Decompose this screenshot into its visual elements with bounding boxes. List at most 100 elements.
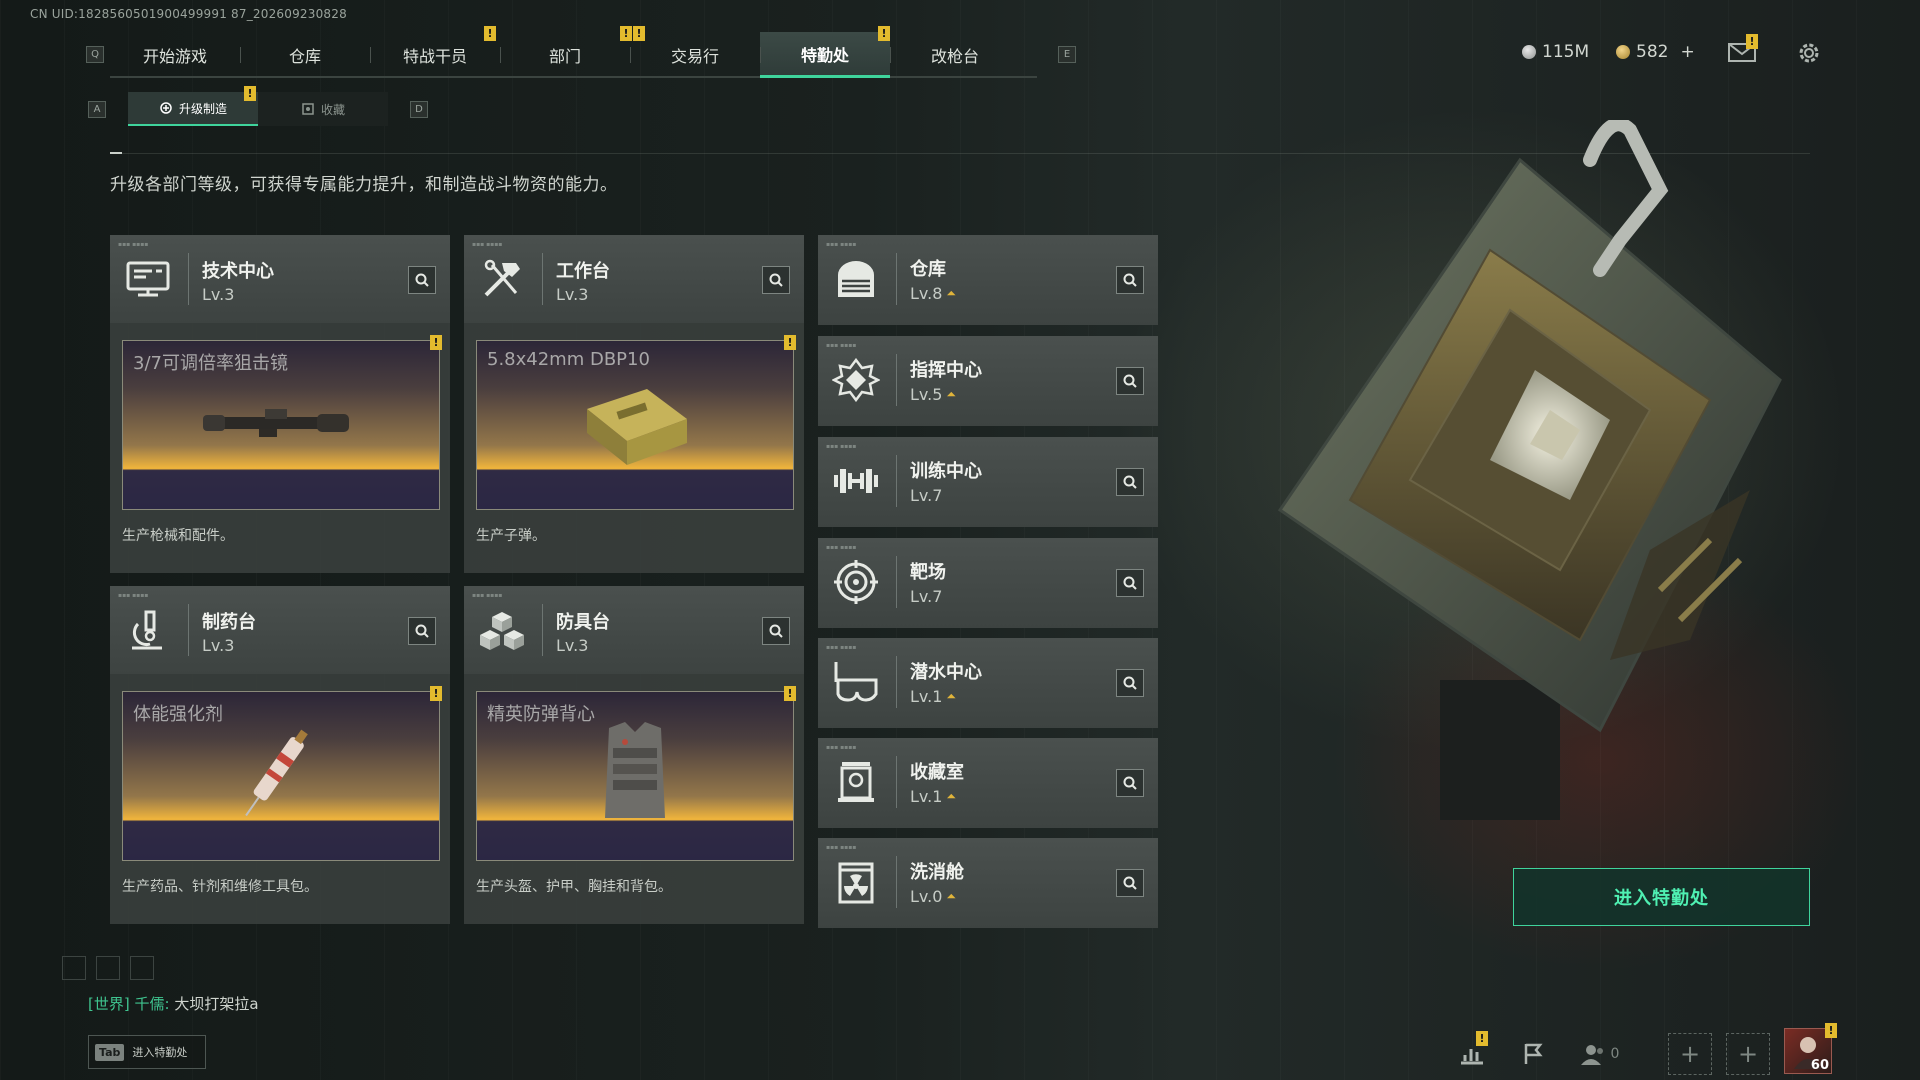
warehouse-icon (832, 257, 880, 301)
product-preview[interactable]: 3/7可调倍率狙击镜 (122, 340, 440, 510)
avatar[interactable]: 60 ! (1784, 1023, 1837, 1074)
search-button[interactable] (1116, 266, 1144, 294)
card-separator (896, 856, 897, 908)
search-icon (1123, 374, 1137, 388)
tab-hint-enter-special-ops[interactable]: Tab 进入特勤处 (88, 1035, 206, 1069)
search-button[interactable] (762, 617, 790, 645)
card-tag: ▪▪▪ ▪▪▪▪ (826, 544, 857, 551)
top-nav: 开始游戏 仓库 特战干员 ! 部门 交易行 ! 特勤处 ! 改枪台 (110, 26, 1037, 78)
card-tag: ▪▪▪ ▪▪▪▪ (826, 342, 857, 349)
card-tag: ▪▪▪ ▪▪▪▪ (472, 592, 503, 599)
search-button[interactable] (1116, 869, 1144, 897)
tab-operators[interactable]: 特战干员 ! (370, 26, 500, 78)
search-button[interactable] (408, 617, 436, 645)
dept-level-value: Lv.5 (910, 385, 943, 404)
tab-start-game[interactable]: 开始游戏 (110, 32, 240, 78)
dept-name: 防具台 (556, 612, 610, 633)
world-chat-line[interactable]: [世界] 千儒: 大坝打架拉a (88, 993, 259, 1014)
ammo-box-image (587, 389, 687, 465)
card-tag: ▪▪▪ ▪▪▪▪ (826, 443, 857, 450)
cubes-icon (478, 608, 526, 652)
search-button[interactable] (408, 266, 436, 294)
subtab-upgrade-label: 升级制造 (178, 101, 227, 116)
dept-level-value: Lv.1 (910, 787, 943, 806)
friends-count: 0 (1610, 1046, 1620, 1062)
gear-icon[interactable] (1796, 40, 1822, 66)
card-separator (542, 604, 543, 656)
search-icon (1123, 876, 1137, 890)
dept-row-diving-center[interactable]: ▪▪▪ ▪▪▪▪ 潜水中心 Lv.1 ⏶ (818, 638, 1158, 728)
upgrade-available-icon: ⏶ (946, 286, 957, 300)
subtab-upgrade[interactable]: 升级制造 ! (128, 86, 258, 126)
alert-badge: ! (1825, 1023, 1837, 1038)
avatar-level: 60 (1810, 1058, 1829, 1073)
search-button[interactable] (1116, 769, 1144, 797)
alert-badge: ! (484, 26, 496, 41)
enter-special-ops-button[interactable]: 进入特勤处 (1513, 868, 1810, 926)
tab-label: 交易行 (670, 47, 719, 66)
product-preview[interactable]: 体能强化剂 (122, 691, 440, 861)
tab-warehouse[interactable]: 仓库 (240, 32, 370, 78)
tab-trading[interactable]: 交易行 ! (620, 26, 760, 78)
mail-icon[interactable]: ! (1728, 34, 1758, 62)
dept-level: Lv.3 (556, 636, 589, 655)
product-preview[interactable]: 5.8x42mm DBP10 (476, 340, 794, 510)
gold-coin-icon (1616, 45, 1630, 59)
tab-department[interactable]: 部门 (500, 32, 630, 78)
upgrade-available-icon: ⏶ (946, 387, 957, 401)
dept-card-pharmacy[interactable]: ▪▪▪ ▪▪▪▪ 制药台 Lv.3 体能强化剂 ! 生产药品、针剂和维修工具包。 (110, 586, 450, 924)
upgrade-available-icon: ⏶ (946, 889, 957, 903)
flag-icon[interactable] (1512, 1033, 1556, 1075)
alert-badge: ! (1746, 34, 1758, 49)
radiation-icon (832, 860, 880, 904)
dept-row-shooting-range[interactable]: ▪▪▪ ▪▪▪▪ 靶场 Lv.7 (818, 538, 1158, 628)
tab-label: 仓库 (288, 47, 321, 66)
tab-gunsmith[interactable]: 改枪台 (890, 32, 1020, 78)
dept-level-value: Lv.0 (910, 887, 943, 906)
tab-special-ops[interactable]: 特勤处 ! (760, 26, 890, 78)
chat-sender: 千儒: (134, 995, 170, 1013)
card-separator (896, 354, 897, 406)
silver-amount: 115M (1542, 42, 1590, 62)
deco-box (130, 956, 154, 980)
dept-card-armor[interactable]: ▪▪▪ ▪▪▪▪ 防具台 Lv.3 精英防弹背心 ! 生产头盔、护甲、胸挂和背包… (464, 586, 804, 924)
syringe-image (245, 729, 308, 817)
dept-card-workbench[interactable]: ▪▪▪ ▪▪▪▪ 工作台 Lv.3 5.8x42mm DBP10 ! 生产子弹。 (464, 235, 804, 573)
chat-message: 大坝打架拉a (174, 995, 259, 1013)
dept-row-training-center[interactable]: ▪▪▪ ▪▪▪▪ 训练中心 Lv.7 (818, 437, 1158, 527)
add-slot-button[interactable]: + (1726, 1033, 1770, 1075)
tab-label: 特勤处 (800, 45, 849, 65)
product-description: 生产子弹。 (476, 528, 546, 544)
friends-button[interactable]: 0 (1578, 1033, 1622, 1075)
card-separator (896, 253, 897, 305)
gold-amount: 582 (1636, 42, 1669, 62)
card-tag: ▪▪▪ ▪▪▪▪ (826, 241, 857, 248)
tab-label: 改枪台 (930, 47, 979, 66)
product-preview[interactable]: 精英防弹背心 (476, 691, 794, 861)
nav-key-q: Q (86, 46, 104, 63)
dept-level: Lv.5 ⏶ (910, 385, 956, 404)
card-tag: ▪▪▪ ▪▪▪▪ (118, 592, 149, 599)
dept-row-warehouse[interactable]: ▪▪▪ ▪▪▪▪ 仓库 Lv.8 ⏶ (818, 235, 1158, 325)
search-icon (1123, 676, 1137, 690)
dept-card-tech-center[interactable]: ▪▪▪ ▪▪▪▪ 技术中心 Lv.3 3/7可调倍率狙击镜 ! 生产枪械和配件。 (110, 235, 450, 573)
search-button[interactable] (1116, 569, 1144, 597)
search-button[interactable] (1116, 468, 1144, 496)
dept-row-collection-room[interactable]: ▪▪▪ ▪▪▪▪ 收藏室 Lv.1 ⏶ (818, 738, 1158, 828)
search-button[interactable] (762, 266, 790, 294)
dept-row-command-center[interactable]: ▪▪▪ ▪▪▪▪ 指挥中心 Lv.5 ⏶ (818, 336, 1158, 426)
alert-badge: ! (784, 335, 796, 350)
add-currency-button[interactable]: + (1680, 42, 1694, 62)
card-separator (896, 556, 897, 608)
subtab-collect[interactable]: 收藏 (258, 92, 388, 126)
search-button[interactable] (1116, 669, 1144, 697)
stats-icon[interactable]: ! (1450, 1031, 1494, 1075)
search-button[interactable] (1116, 367, 1144, 395)
dept-name: 靶场 (910, 562, 946, 583)
dept-row-decon-chamber[interactable]: ▪▪▪ ▪▪▪▪ 洗消舱 Lv.0 ⏶ (818, 838, 1158, 928)
product-description: 生产头盔、护甲、胸挂和背包。 (476, 879, 672, 895)
product-name: 体能强化剂 (133, 704, 223, 725)
add-slot-button[interactable]: + (1668, 1033, 1712, 1075)
gold-currency[interactable]: 582 + (1616, 42, 1695, 62)
diving-mask-icon (832, 660, 880, 704)
